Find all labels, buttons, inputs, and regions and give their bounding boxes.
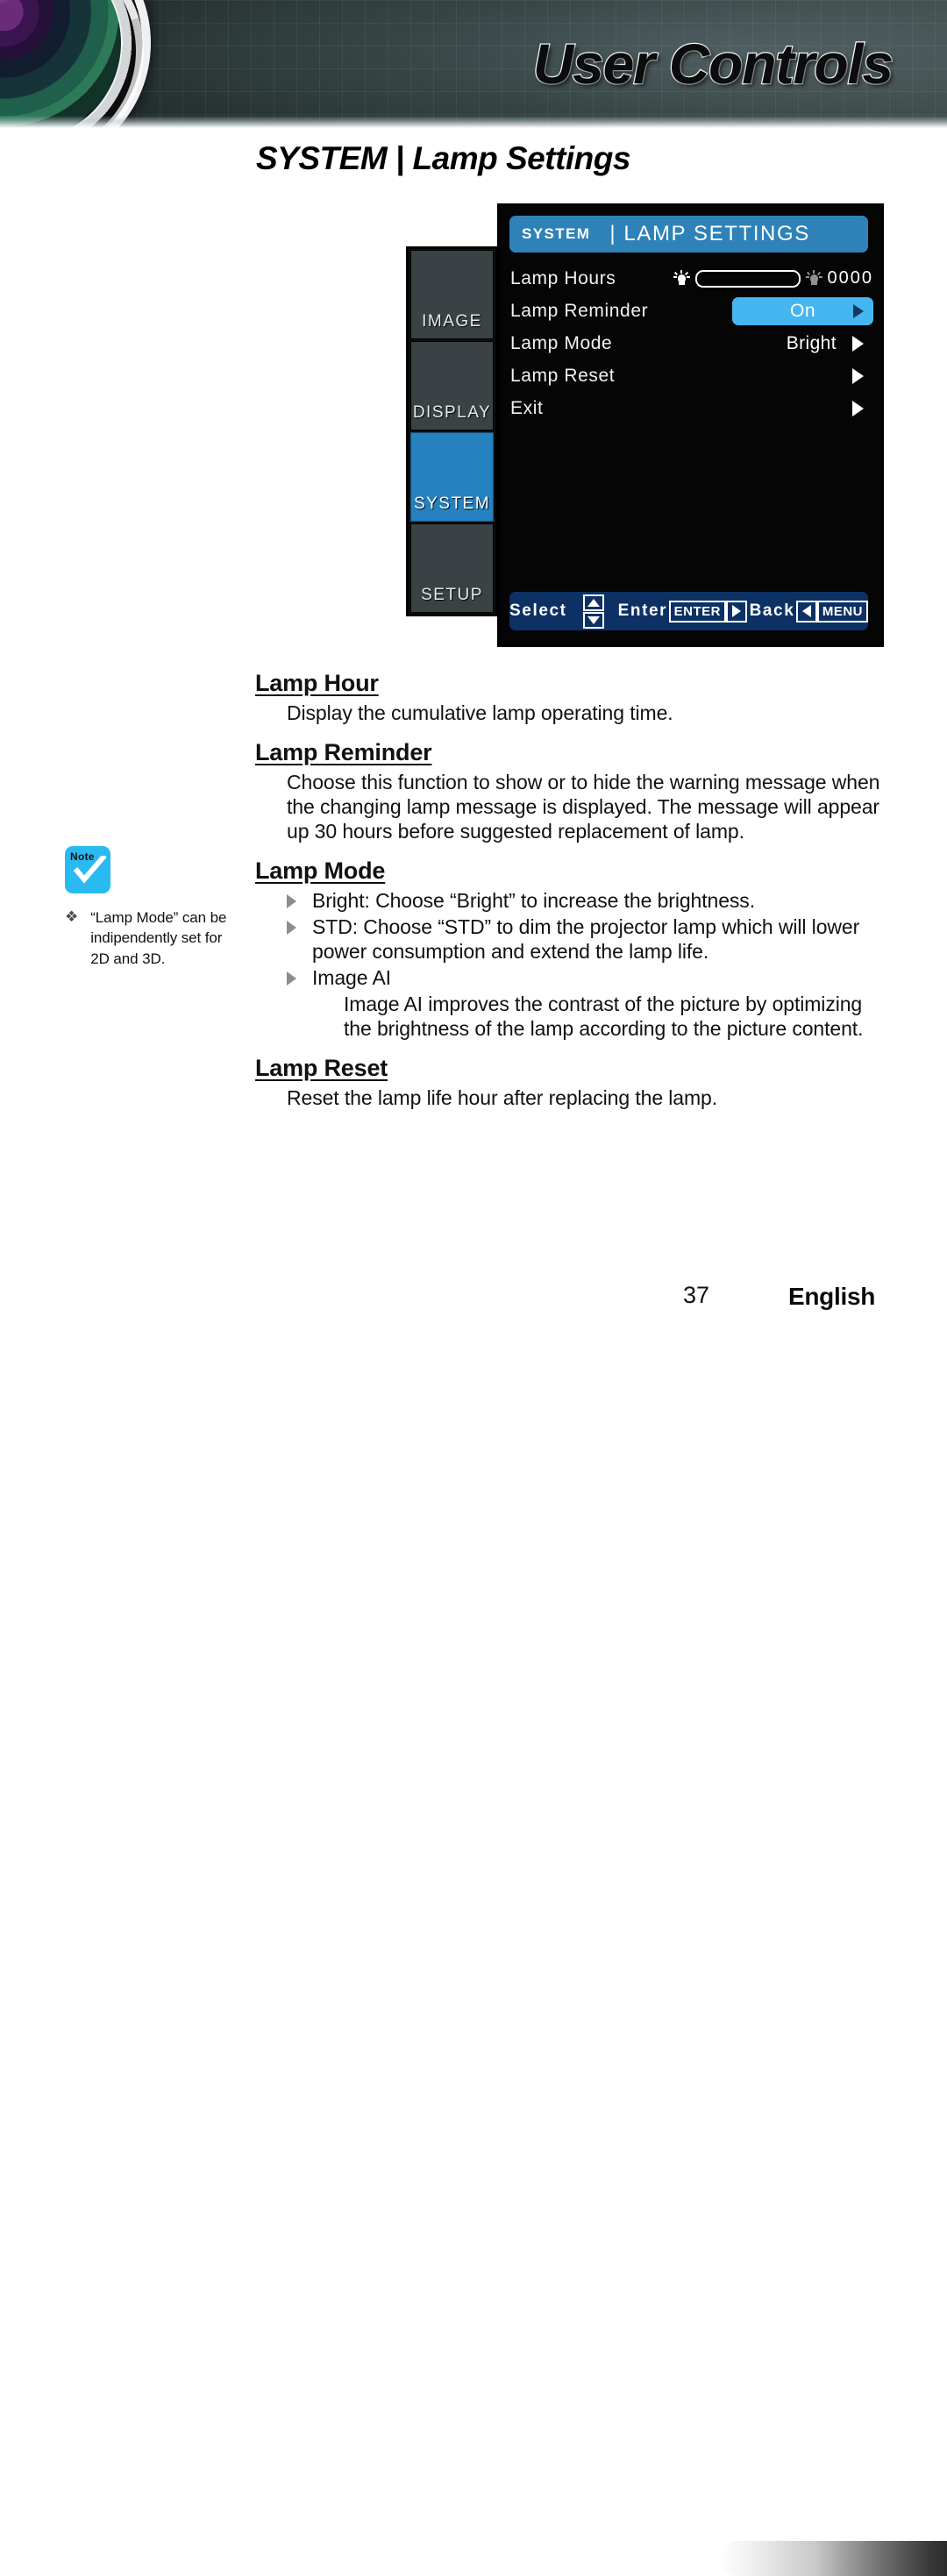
osd-tab-image[interactable]: IMAGE: [410, 250, 494, 339]
list-item: Image AI: [287, 965, 895, 990]
lamp-mode-bullet-list: Bright: Choose “Bright” to increase the …: [287, 888, 895, 1041]
note-text: “Lamp Mode” can be indipendently set for…: [90, 909, 227, 967]
bullet-text: STD: Choose “STD” to dim the projector l…: [312, 915, 860, 964]
chevron-right-icon: [852, 367, 864, 384]
osd-menu-screenshot: IMAGE DISPLAY SYSTEM SETUP SYSTEM | LAMP…: [406, 203, 884, 647]
osd-titlebar-category: SYSTEM: [522, 225, 591, 242]
triangle-bullet-icon: [287, 971, 296, 986]
osd-tab-system[interactable]: SYSTEM: [410, 432, 494, 522]
osd-row-value-area: 0000: [673, 262, 873, 295]
bullet-text: Bright: Choose “Bright” to increase the …: [312, 889, 755, 913]
osd-row-list: Lamp Hours 0000 Lamp Reminder On Lamp Mo…: [510, 262, 873, 424]
section-heading-lamp-hour: Lamp Hour: [255, 670, 379, 696]
projector-lens-icon: [0, 0, 184, 128]
osd-tab-setup[interactable]: SETUP: [410, 523, 494, 613]
osd-row-lamp-mode[interactable]: Lamp Mode Bright: [510, 327, 873, 359]
section-body-lamp-reset: Reset the lamp life hour after replacing…: [287, 1086, 718, 1110]
note-body: ❖ “Lamp Mode” can be indipendently set f…: [65, 907, 240, 969]
page-title: SYSTEM | Lamp Settings: [256, 140, 630, 176]
osd-nav-select-label: Select: [509, 601, 567, 620]
osd-row-value-area: [686, 359, 873, 392]
osd-titlebar-screen: | LAMP SETTINGS: [609, 222, 810, 246]
page-number: 37: [683, 1282, 710, 1308]
triangle-bullet-icon: [287, 894, 296, 909]
updown-arrows-icon: [582, 594, 604, 629]
osd-row-exit[interactable]: Exit: [510, 392, 873, 424]
body-content: Lamp Hour Display the cumulative lamp op…: [255, 670, 895, 1111]
chevron-right-icon: [852, 335, 864, 352]
osd-row-label: Exit: [510, 397, 544, 418]
right-arrow-keycap-icon: [725, 600, 747, 623]
banner-title: User Controls: [532, 32, 895, 97]
section-heading-lamp-reminder: Lamp Reminder: [255, 739, 432, 766]
osd-titlebar: SYSTEM | LAMP SETTINGS: [509, 216, 868, 253]
page-header-banner: User Controls: [0, 0, 947, 128]
lens-arc: [0, 0, 184, 128]
chevron-right-icon: [853, 303, 864, 318]
chevron-right-icon: [852, 400, 864, 416]
lamp-mode-value: Bright: [786, 332, 837, 353]
list-item: STD: Choose “STD” to dim the projector l…: [287, 914, 895, 964]
osd-row-lamp-reset[interactable]: Lamp Reset: [510, 359, 873, 392]
lamp-reminder-toggle[interactable]: On: [732, 296, 873, 325]
osd-row-value-area: On: [686, 295, 873, 327]
lamp-hours-value: 0000: [827, 268, 873, 288]
lamp-bright-icon: [673, 270, 690, 287]
enter-key-group: ENTER: [668, 600, 747, 623]
lamp-hours-progressbar: [694, 269, 801, 288]
osd-row-lamp-reminder[interactable]: Lamp Reminder On: [510, 295, 873, 327]
left-arrow-keycap-icon: [795, 600, 817, 623]
footer-language-label: English: [787, 1282, 876, 1311]
osd-nav-enter-label: Enter: [617, 601, 668, 620]
osd-navigation-bar: Select Enter ENTER Back MENU: [509, 592, 868, 630]
menu-keycap: MENU: [816, 600, 868, 623]
header-fade: [0, 116, 947, 128]
osd-row-label: Lamp Reset: [510, 365, 616, 386]
osd-row-label: Lamp Reminder: [510, 300, 649, 321]
osd-row-lamp-hours[interactable]: Lamp Hours 0000: [510, 262, 873, 295]
osd-sidebar: IMAGE DISPLAY SYSTEM SETUP: [406, 246, 498, 616]
lamp-reminder-value: On: [789, 300, 815, 321]
enter-keycap: ENTER: [668, 600, 726, 623]
osd-row-label: Lamp Hours: [510, 267, 616, 288]
osd-row-value-area: [686, 392, 873, 424]
section-body-lamp-hour: Display the cumulative lamp operating ti…: [287, 701, 673, 724]
osd-tab-display[interactable]: DISPLAY: [410, 341, 494, 431]
back-key-group: MENU: [795, 600, 868, 623]
osd-nav-back-label: Back: [749, 601, 795, 620]
floret-bullet-icon: ❖: [65, 908, 79, 925]
list-item: Bright: Choose “Bright” to increase the …: [287, 888, 895, 913]
bullet-text: Image AI: [312, 966, 391, 990]
osd-row-value-area: Bright: [686, 327, 873, 359]
section-body-lamp-reminder: Choose this function to show or to hide …: [287, 771, 880, 843]
osd-main-panel: SYSTEM | LAMP SETTINGS Lamp Hours 0000 L…: [497, 203, 884, 647]
section-heading-lamp-mode: Lamp Mode: [255, 857, 386, 885]
osd-row-label: Lamp Mode: [510, 332, 613, 353]
margin-note: Note ❖ “Lamp Mode” can be indipendently …: [65, 846, 240, 969]
triangle-bullet-icon: [287, 921, 296, 936]
image-ai-description: Image AI improves the contrast of the pi…: [344, 993, 864, 1041]
footer-gradient-bar: [719, 2541, 947, 2576]
checkmark-glyph-icon: [73, 856, 106, 884]
section-heading-lamp-reset: Lamp Reset: [255, 1055, 388, 1082]
lamp-dim-icon: [805, 270, 822, 287]
note-checkmark-icon: Note: [65, 846, 110, 893]
